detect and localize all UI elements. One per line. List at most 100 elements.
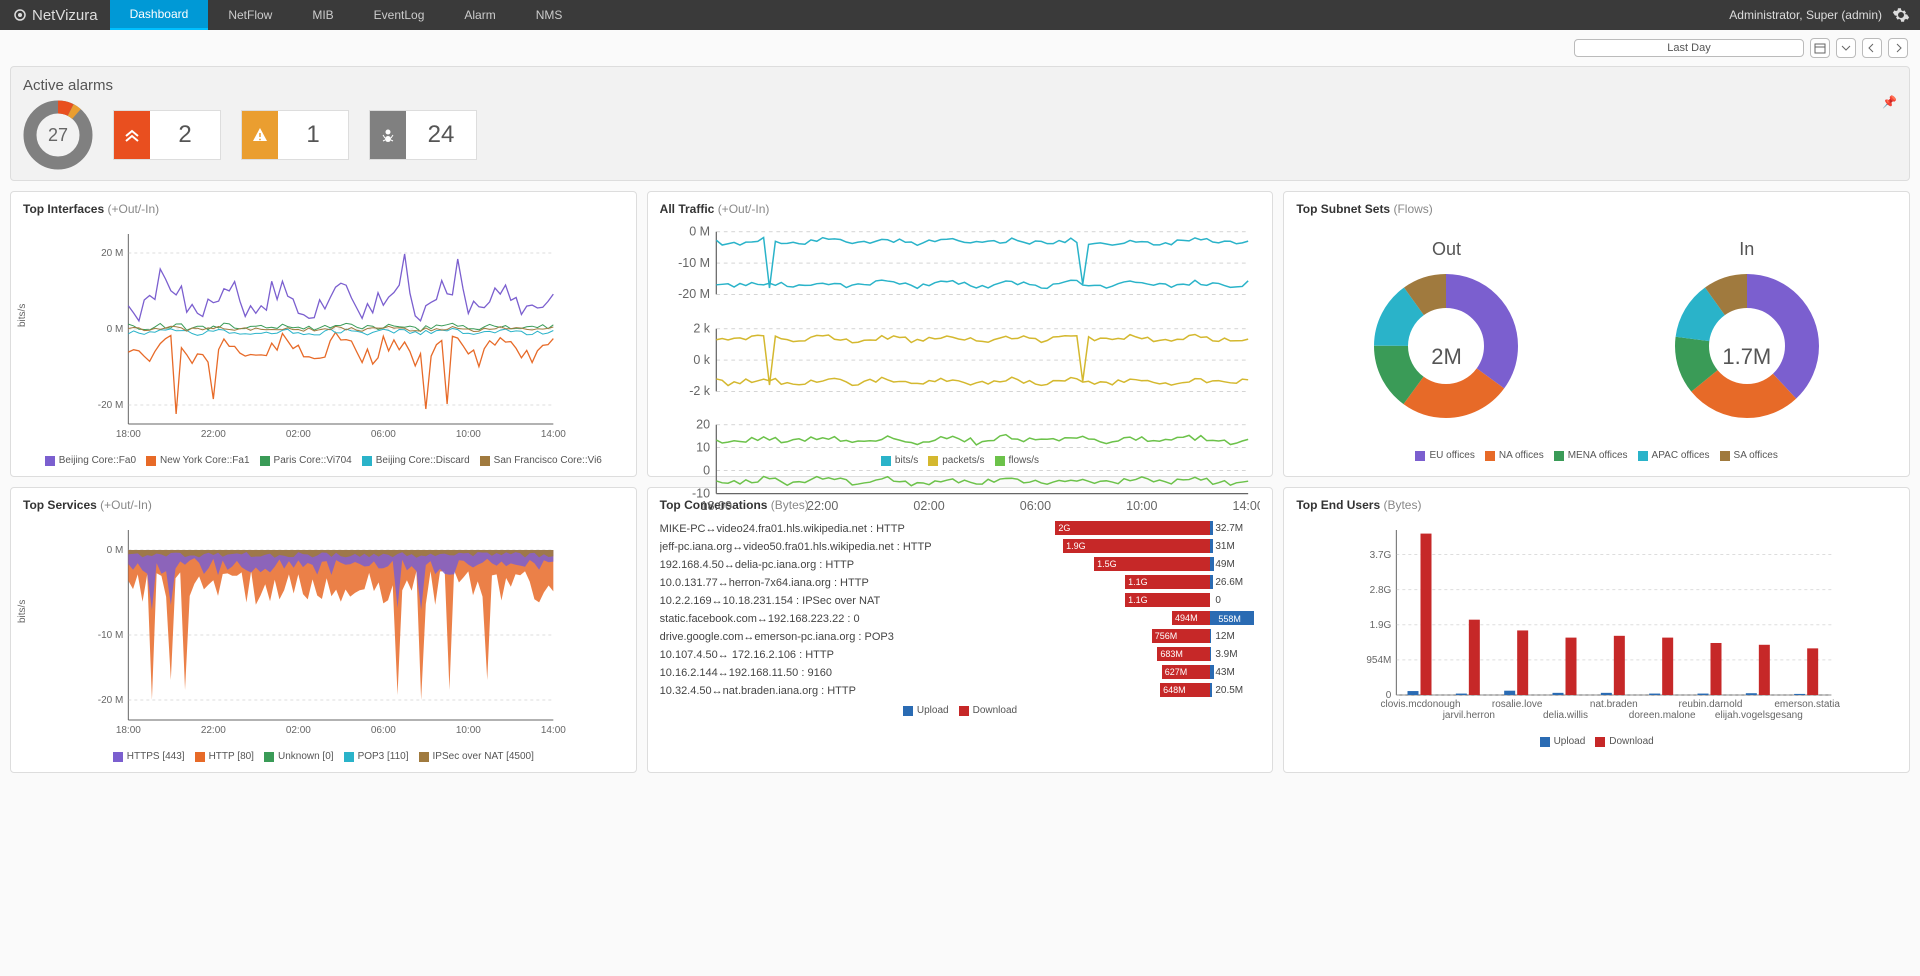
legend-item[interactable]: EU offices: [1415, 450, 1474, 461]
legend-item[interactable]: Beijing Core::Fa0: [45, 455, 136, 466]
conversation-row[interactable]: 10.0.131.77↔herron-7x64.iana.org : HTTP …: [660, 574, 1261, 591]
svg-text:0: 0: [703, 464, 710, 478]
svg-text:18:00: 18:00: [116, 429, 141, 440]
conversation-row[interactable]: drive.google.com↔emerson-pc.iana.org : P…: [660, 628, 1261, 645]
card-sub: (+Out/-In): [100, 498, 152, 512]
svg-text:02:00: 02:00: [286, 725, 311, 736]
legend-item[interactable]: Upload: [1540, 736, 1586, 747]
chart-top-subnet[interactable]: Out2M In1.7M: [1296, 224, 1897, 444]
legend-item[interactable]: Unknown [0]: [264, 751, 334, 762]
chevron-down-icon: [1841, 43, 1851, 53]
card-title: Top Services: [23, 498, 97, 512]
legend-item[interactable]: IPSec over NAT [4500]: [419, 751, 534, 762]
legend-item[interactable]: Upload: [903, 705, 949, 716]
legend-item[interactable]: San Francisco Core::Vi6: [480, 455, 602, 466]
warning-icon: [242, 111, 278, 159]
timerange-select[interactable]: Last Day: [1574, 39, 1804, 57]
pin-icon[interactable]: 📌: [1882, 95, 1897, 109]
nav-alarm[interactable]: Alarm: [444, 0, 515, 30]
svg-text:06:00: 06:00: [1019, 499, 1050, 513]
minor-count: 24: [406, 121, 476, 149]
svg-text:22:00: 22:00: [201, 725, 226, 736]
card-sub: (+Out/-In): [718, 202, 770, 216]
svg-text:emerson.statia: emerson.statia: [1775, 699, 1841, 710]
svg-text:0 M: 0 M: [107, 324, 124, 335]
legend-item[interactable]: APAC offices: [1638, 450, 1710, 461]
svg-text:14:00: 14:00: [541, 725, 566, 736]
svg-text:-10 M: -10 M: [678, 256, 710, 270]
conversation-row[interactable]: 10.32.4.50↔nat.braden.iana.org : HTTP 64…: [660, 682, 1261, 699]
prev-button[interactable]: [1862, 38, 1882, 58]
conversation-row[interactable]: 10.107.4.50↔ 172.16.2.106 : HTTP 683M 3.…: [660, 646, 1261, 663]
svg-text:10:00: 10:00: [456, 725, 481, 736]
alarm-critical[interactable]: 2: [113, 110, 221, 160]
svg-text:20 M: 20 M: [101, 248, 123, 259]
warning-count: 1: [278, 121, 348, 149]
chart-all-traffic[interactable]: -20 M-10 M0 M -2 k0 k2 k -100102018:0022…: [660, 224, 1261, 449]
chevron-left-icon: [1867, 43, 1877, 53]
legend-item[interactable]: New York Core::Fa1: [146, 455, 250, 466]
main-nav: Dashboard NetFlow MIB EventLog Alarm NMS: [110, 0, 583, 30]
chart-top-conversations[interactable]: MIKE-PC↔video24.fra01.hls.wikipedia.net …: [660, 520, 1261, 699]
legend-item[interactable]: Beijing Core::Discard: [362, 455, 470, 466]
card-all-traffic: All Traffic (+Out/-In) -20 M-10 M0 M -2 …: [647, 191, 1274, 477]
chart-top-end-users[interactable]: 0954M1.9G2.8G3.7Gclovis.mcdonoughjarvil.…: [1296, 520, 1897, 730]
legend-item[interactable]: SA offices: [1720, 450, 1778, 461]
nav-dashboard[interactable]: Dashboard: [110, 0, 209, 30]
svg-text:1.9G: 1.9G: [1370, 620, 1392, 631]
active-alarms-panel: Active alarms 📌 27 2 1 24: [10, 66, 1910, 181]
nav-netflow[interactable]: NetFlow: [208, 0, 292, 30]
legend-item[interactable]: MENA offices: [1554, 450, 1628, 461]
svg-text:14:00: 14:00: [541, 429, 566, 440]
legend-item[interactable]: POP3 [110]: [344, 751, 409, 762]
dropdown-button[interactable]: [1836, 38, 1856, 58]
conversation-row[interactable]: 10.16.2.144↔192.168.11.50 : 9160 627M 43…: [660, 664, 1261, 681]
legend-item[interactable]: NA offices: [1485, 450, 1544, 461]
svg-text:2 k: 2 k: [693, 321, 710, 335]
svg-text:-20 M: -20 M: [98, 695, 124, 706]
svg-text:02:00: 02:00: [286, 429, 311, 440]
legend-item[interactable]: HTTP [80]: [195, 751, 254, 762]
calendar-button[interactable]: [1810, 38, 1830, 58]
svg-text:reubin.darnold: reubin.darnold: [1679, 699, 1743, 710]
next-button[interactable]: [1888, 38, 1908, 58]
conversation-row[interactable]: 192.168.4.50↔delia-pc.iana.org : HTTP 1.…: [660, 556, 1261, 573]
card-sub: (Bytes): [1383, 498, 1421, 512]
conversation-row[interactable]: jeff-pc.iana.org↔video50.fra01.hls.wikip…: [660, 538, 1261, 555]
legend-item[interactable]: Download: [1595, 736, 1653, 747]
nav-nms[interactable]: NMS: [516, 0, 583, 30]
svg-text:-20 M: -20 M: [98, 400, 124, 411]
minor-icon: [370, 111, 406, 159]
topbar: NetVizura Dashboard NetFlow MIB EventLog…: [0, 0, 1920, 30]
y-axis-label: bits/s: [17, 599, 28, 622]
time-controls: Last Day: [0, 30, 1920, 66]
legend-item[interactable]: Paris Core::Vi704: [260, 455, 352, 466]
critical-icon: [114, 111, 150, 159]
svg-text:22:00: 22:00: [807, 499, 838, 513]
alarms-donut[interactable]: 27: [23, 100, 93, 170]
svg-text:rosalie.love: rosalie.love: [1492, 699, 1543, 710]
svg-text:06:00: 06:00: [371, 429, 396, 440]
svg-text:0 k: 0 k: [693, 352, 710, 366]
alarm-warning[interactable]: 1: [241, 110, 349, 160]
conversation-row[interactable]: 10.2.2.169↔10.18.231.154 : IPSec over NA…: [660, 592, 1261, 609]
nav-eventlog[interactable]: EventLog: [354, 0, 445, 30]
chart-top-services[interactable]: bits/s -20 M-10 M0 M18:0022:0002:0006:00…: [23, 520, 624, 745]
nav-mib[interactable]: MIB: [292, 0, 353, 30]
username[interactable]: Administrator, Super (admin): [1729, 8, 1882, 22]
user-area: Administrator, Super (admin): [1719, 6, 1920, 24]
card-top-services: Top Services (+Out/-In) bits/s -20 M-10 …: [10, 487, 637, 773]
gear-icon[interactable]: [1892, 6, 1910, 24]
svg-text:clovis.mcdonough: clovis.mcdonough: [1381, 699, 1461, 710]
card-title: Top Interfaces: [23, 202, 104, 216]
chart-top-interfaces[interactable]: bits/s -20 M0 M20 M18:0022:0002:0006:001…: [23, 224, 624, 449]
legend: Beijing Core::Fa0 New York Core::Fa1 Paris…: [23, 455, 624, 466]
alarm-minor[interactable]: 24: [369, 110, 477, 160]
svg-text:doreen.malone: doreen.malone: [1629, 710, 1696, 721]
legend-item[interactable]: Download: [959, 705, 1017, 716]
svg-text:02:00: 02:00: [913, 499, 944, 513]
conversation-row[interactable]: static.facebook.com↔192.168.223.22 : 0 4…: [660, 610, 1261, 627]
legend-item[interactable]: HTTPS [443]: [113, 751, 185, 762]
svg-text:954M: 954M: [1367, 655, 1392, 666]
svg-text:elijah.vogelsgesang: elijah.vogelsgesang: [1715, 710, 1803, 721]
